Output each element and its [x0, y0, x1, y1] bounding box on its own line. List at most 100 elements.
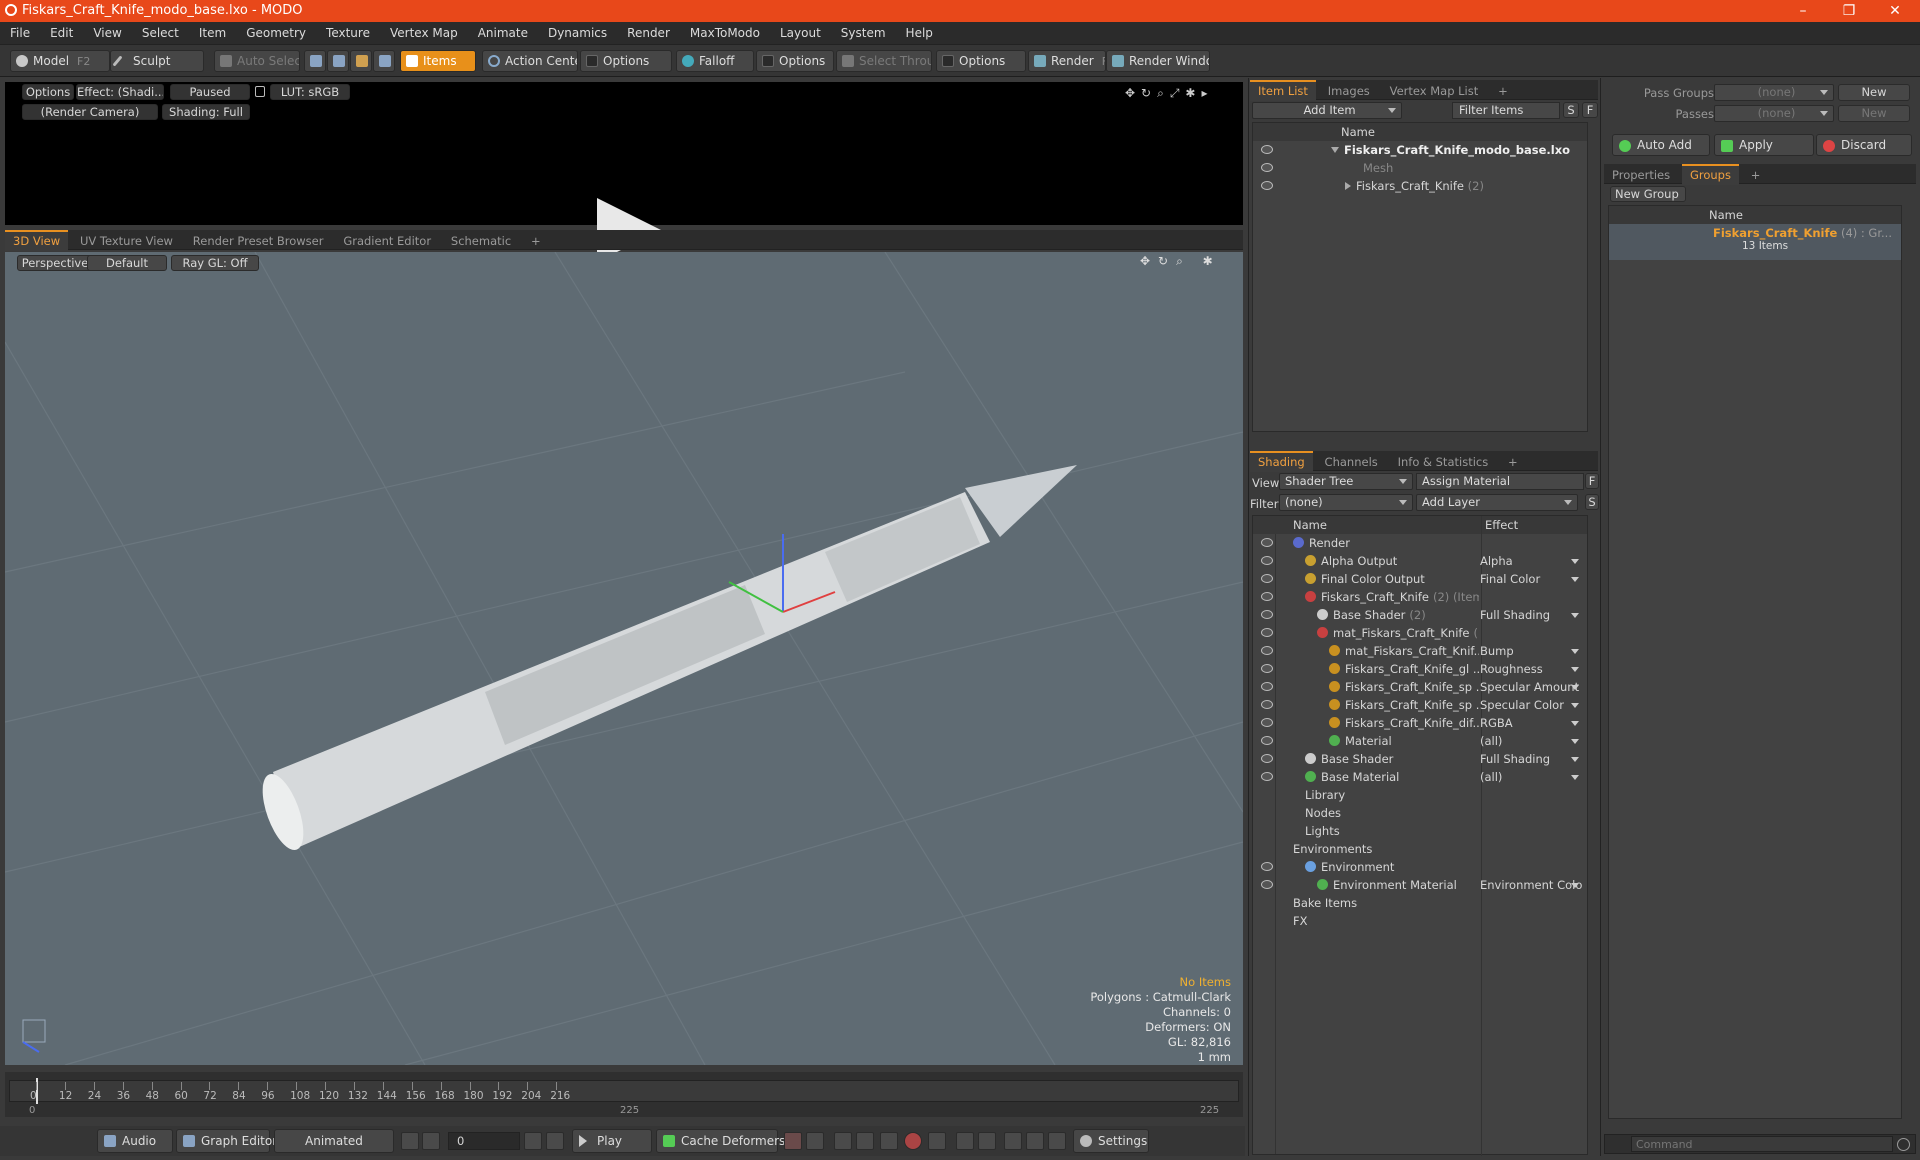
tab-images[interactable]: Images [1320, 82, 1378, 101]
menu-file[interactable]: File [0, 22, 40, 45]
shader-row[interactable]: Library [1253, 786, 1587, 804]
shader-row[interactable]: Render [1253, 534, 1587, 552]
edges-mode-button[interactable] [327, 50, 349, 72]
settings-button[interactable]: Settings [1073, 1129, 1149, 1153]
render-preview[interactable]: Options Effect: (Shadi... Paused LUT: sR… [5, 82, 1243, 262]
add-tab-button[interactable]: + [1500, 453, 1526, 472]
menu-system[interactable]: System [831, 22, 896, 45]
menu-geometry[interactable]: Geometry [236, 22, 316, 45]
model-mode-button[interactable]: Model F2 [10, 50, 110, 72]
shader-row[interactable]: Fiskars_Craft_Knife_dif... RGBA [1253, 714, 1587, 732]
close-button[interactable]: ✕ [1872, 0, 1918, 22]
command-input[interactable] [1631, 1136, 1893, 1152]
eye-icon[interactable] [1261, 772, 1273, 781]
next-key-icon[interactable] [524, 1132, 542, 1150]
new-group-button[interactable]: New Group [1610, 186, 1686, 202]
shader-row-effect[interactable]: Final Color [1478, 570, 1583, 588]
auto-key-icon[interactable] [784, 1132, 802, 1150]
tab-item-list[interactable]: Item List [1250, 80, 1316, 101]
shader-row[interactable]: mat_Fiskars_Craft_Knife(... [1253, 624, 1587, 642]
timeline-ruler[interactable] [9, 1080, 1239, 1102]
eye-icon[interactable] [1261, 574, 1273, 583]
eye-icon[interactable] [1261, 664, 1273, 673]
frame-input[interactable]: 0 [448, 1132, 520, 1150]
shading-f-button[interactable]: F [1585, 473, 1599, 489]
menu-dynamics[interactable]: Dynamics [538, 22, 617, 45]
vertices-mode-button[interactable] [304, 50, 326, 72]
cache-deformers-button[interactable]: Cache Deformers [656, 1129, 785, 1153]
3d-viewport[interactable]: Perspective Default Ray GL: Off ✥↻⌕ ✱ No… [5, 252, 1243, 1065]
shader-row-effect[interactable]: Full Shading [1478, 750, 1583, 768]
preview-camera-dropdown[interactable]: (Render Camera) [22, 104, 158, 120]
eye-icon[interactable] [1261, 682, 1273, 691]
raygl-dropdown[interactable]: Ray GL: Off [171, 255, 259, 271]
eye-icon[interactable] [1261, 538, 1273, 547]
add-layer-dropdown[interactable]: Add Layer [1416, 494, 1578, 511]
shader-row[interactable]: Fiskars_Craft_Knife_sp ... Specular Color [1253, 696, 1587, 714]
auto-add-button[interactable]: Auto Add [1612, 134, 1710, 156]
maximize-button[interactable]: ❐ [1826, 0, 1872, 22]
groups-list[interactable]: Name Fiskars_Craft_Knife (4) : Gr... 13 … [1608, 205, 1902, 1119]
eye-icon[interactable] [1261, 718, 1273, 727]
add-tab-button[interactable]: + [1743, 166, 1769, 185]
menu-help[interactable]: Help [896, 22, 943, 45]
eye-icon[interactable] [1261, 181, 1273, 190]
filter-items-input[interactable]: Filter Items [1452, 102, 1560, 119]
key-next-icon[interactable] [856, 1132, 874, 1150]
eye-icon[interactable] [1261, 754, 1273, 763]
menu-layout[interactable]: Layout [770, 22, 831, 45]
passes-dropdown[interactable]: (none) [1714, 105, 1834, 122]
shader-row-effect[interactable]: Full Shading [1478, 606, 1583, 624]
eye-icon[interactable] [1261, 592, 1273, 601]
items-mode-button[interactable]: Items [400, 50, 476, 72]
add-tab-button[interactable]: + [523, 232, 549, 251]
command-history-icon[interactable] [1897, 1138, 1910, 1151]
select-through-options-button[interactable]: Options [936, 50, 1026, 72]
audio-button[interactable]: Audio [97, 1129, 173, 1153]
menu-texture[interactable]: Texture [316, 22, 380, 45]
shader-row-effect[interactable]: RGBA [1478, 714, 1583, 732]
eye-icon[interactable] [1261, 145, 1273, 154]
graph-editor-button[interactable]: Graph Editor [176, 1129, 277, 1153]
snap-icon[interactable] [1048, 1132, 1066, 1150]
sculpt-mode-button[interactable]: Sculpt [110, 50, 204, 72]
default-style-dropdown[interactable]: Default [87, 255, 167, 271]
record-icon[interactable] [904, 1132, 922, 1150]
timeline[interactable]: 0 12 24 36 48 60 72 84 96 108 120 132 144 156 168 180 19… [5, 1072, 1243, 1117]
shader-row[interactable]: Fiskars_Craft_Knife_gl ... Roughness [1253, 660, 1587, 678]
preview-nav-icons[interactable]: ✥↻⌕⤢✱▸ [1125, 86, 1235, 100]
key-mode-icon[interactable] [806, 1132, 824, 1150]
eye-icon[interactable] [1261, 700, 1273, 709]
shader-tree[interactable]: Name Effect Render Alpha Output Alpha Final… [1252, 515, 1588, 1156]
discard-button[interactable]: Discard [1816, 134, 1912, 156]
play-button[interactable]: Play [572, 1129, 652, 1153]
tab-channels[interactable]: Channels [1317, 453, 1386, 472]
prev-key-icon[interactable] [422, 1132, 440, 1150]
materials-mode-button[interactable] [373, 50, 395, 72]
shader-row[interactable]: Base Shader (2) Full Shading [1253, 606, 1587, 624]
add-tab-button[interactable]: + [1490, 82, 1516, 101]
shader-row-effect[interactable]: Bump [1478, 642, 1583, 660]
shader-row[interactable]: Final Color Output Final Color [1253, 570, 1587, 588]
item-filter-f-button[interactable]: F [1582, 102, 1598, 118]
sync-icon[interactable] [1004, 1132, 1022, 1150]
key-step-forward-icon[interactable] [978, 1132, 996, 1150]
shader-row[interactable]: Environment Material Environment Color [1253, 876, 1587, 894]
item-list-tree[interactable]: Name Fiskars_Craft_Knife_modo_base.lxo M… [1252, 122, 1588, 432]
eye-icon[interactable] [1261, 736, 1273, 745]
menu-edit[interactable]: Edit [40, 22, 83, 45]
shader-row-effect[interactable]: Roughness [1478, 660, 1583, 678]
shader-row-effect[interactable]: (all) [1478, 768, 1583, 786]
shader-row[interactable]: Material (all) [1253, 732, 1587, 750]
shader-row[interactable]: Lights [1253, 822, 1587, 840]
shader-row[interactable]: Base Shader Full Shading [1253, 750, 1587, 768]
eye-icon[interactable] [1261, 628, 1273, 637]
preview-paused-button[interactable]: Paused [170, 84, 250, 100]
loop-icon[interactable] [1026, 1132, 1044, 1150]
apply-button[interactable]: Apply [1714, 134, 1814, 156]
menu-render[interactable]: Render [617, 22, 680, 45]
shader-row[interactable]: Alpha Output Alpha [1253, 552, 1587, 570]
shader-row[interactable]: Fiskars_Craft_Knife (2) (Item) [1253, 588, 1587, 606]
tab-schematic[interactable]: Schematic [443, 232, 519, 251]
eye-icon[interactable] [1261, 610, 1273, 619]
